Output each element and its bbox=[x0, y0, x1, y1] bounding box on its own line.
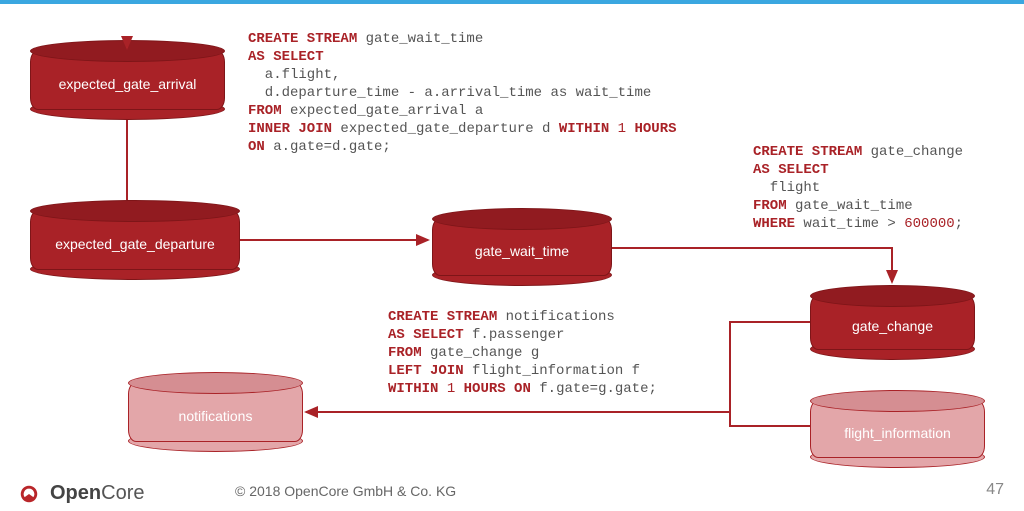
label-expected-gate-arrival: expected_gate_arrival bbox=[30, 76, 225, 92]
cylinder-gate-wait-time: gate_wait_time bbox=[432, 208, 612, 286]
cylinder-expected-gate-departure: expected_gate_departure bbox=[30, 200, 240, 280]
sql-notifications: CREATE STREAM notifications AS SELECT f.… bbox=[388, 308, 657, 398]
label-gate-change: gate_change bbox=[810, 318, 975, 334]
cylinder-gate-change: gate_change bbox=[810, 285, 975, 360]
cylinder-flight-information: flight_information bbox=[810, 390, 985, 468]
sql-gate-change: CREATE STREAM gate_change AS SELECT flig… bbox=[753, 143, 963, 233]
logo-text: OpenCore bbox=[50, 482, 144, 505]
label-flight-information: flight_information bbox=[810, 425, 985, 441]
footer: OpenCore bbox=[18, 482, 144, 505]
copyright: © 2018 OpenCore GmbH & Co. KG bbox=[235, 483, 456, 499]
sql-gate-wait-time: CREATE STREAM gate_wait_time AS SELECT a… bbox=[248, 30, 677, 156]
label-notifications: notifications bbox=[128, 408, 303, 424]
cylinder-expected-gate-arrival: expected_gate_arrival bbox=[30, 40, 225, 120]
label-expected-gate-departure: expected_gate_departure bbox=[30, 236, 240, 252]
logo-icon bbox=[18, 483, 40, 505]
cylinder-notifications: notifications bbox=[128, 372, 303, 452]
label-gate-wait-time: gate_wait_time bbox=[432, 243, 612, 259]
page-number: 47 bbox=[986, 481, 1004, 499]
